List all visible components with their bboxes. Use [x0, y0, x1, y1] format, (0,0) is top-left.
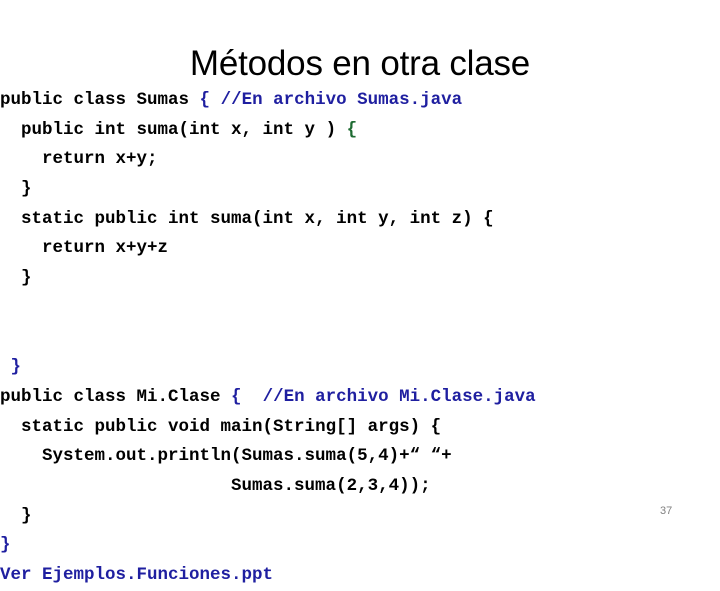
code-token: }	[10, 357, 22, 378]
code-token: Sumas.suma(2,3,4));	[231, 475, 431, 496]
code-token: return x+y+z	[42, 238, 169, 259]
code-token: //En archivo Sumas.java	[220, 90, 463, 110]
page-title: Métodos en otra clase	[189, 44, 531, 83]
code-line: }	[0, 175, 720, 205]
code-line: return x+y+z	[0, 234, 720, 264]
page-number: 37	[660, 505, 673, 517]
code-line: System.out.println(Sumas.suma(5,4)+“ “+	[0, 442, 720, 472]
slide-canvas: Métodos en otra clase public class Sumas…	[0, 0, 720, 585]
code-line: Ver Ejemplos.Funciones.ppt	[0, 561, 720, 591]
code-token: public class Sumas	[0, 90, 200, 110]
code-line: static public void main(String[] args) {	[0, 413, 720, 443]
code-token: static public int suma(int x, int y, int…	[21, 208, 494, 229]
code-token: System.out.println(Sumas.suma(5,4)+“ “+	[42, 446, 452, 467]
code-token: Ver Ejemplos.Funciones.ppt	[0, 565, 274, 585]
code-line: public class Sumas { //En archivo Sumas.…	[0, 86, 720, 116]
code-token: static public void main(String[] args) {	[21, 416, 442, 437]
code-token: {	[346, 119, 358, 140]
code-token: }	[21, 179, 32, 200]
code-token: }	[21, 505, 32, 526]
code-line: static public int suma(int x, int y, int…	[0, 205, 720, 235]
code-line: Sumas.suma(2,3,4));	[0, 472, 720, 502]
code-line: public int suma(int x, int y ) {	[0, 116, 720, 146]
code-line: return x+y;	[0, 145, 720, 175]
code-line: }	[0, 502, 720, 532]
code-line: }	[0, 353, 720, 383]
code-line: }	[0, 264, 720, 294]
code-token: }	[21, 268, 32, 289]
code-block: public class Sumas { //En archivo Sumas.…	[0, 86, 720, 591]
code-line: public class Mi.Clase { //En archivo Mi.…	[0, 383, 720, 413]
code-token: public int suma(int x, int y )	[21, 119, 347, 140]
code-token: }	[0, 535, 11, 556]
code-token: return x+y;	[42, 149, 158, 170]
code-token: public class Mi.Clase	[0, 386, 232, 407]
code-token: {	[231, 386, 263, 407]
code-token: //En archivo Mi.Clase.java	[262, 386, 536, 407]
code-token: {	[199, 90, 221, 110]
code-line: }	[0, 531, 720, 561]
